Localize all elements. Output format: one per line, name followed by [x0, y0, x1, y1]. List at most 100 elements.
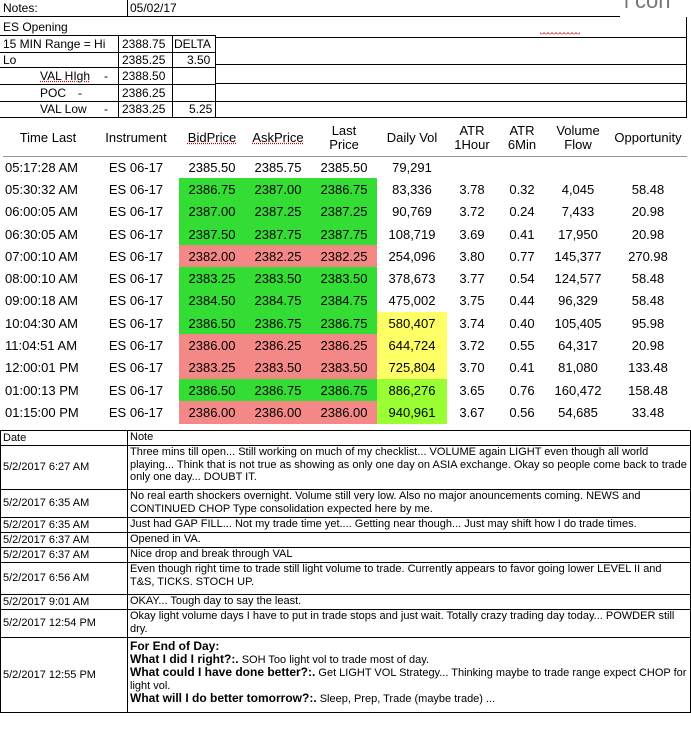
notes-body: Date Note 5/2/2017 6:27 AM Three mins til…: [0, 430, 691, 713]
col-vflow-line2: Flow: [564, 136, 592, 152]
cell-time: 05:17:28 AM: [5, 159, 78, 175]
cell-opportunity: 58.48: [631, 181, 665, 197]
table-row[interactable]: 10:04:30 AM ES 06-17 2386.50 2386.75 2386.75…: [3, 312, 687, 335]
cell-instrument: ES 06-17: [108, 248, 164, 264]
cell-time: 05:30:32 AM: [5, 181, 78, 197]
table-row[interactable]: 05:17:28 AM ES 06-17 2385.50 2385.75 2385.50…: [3, 156, 687, 178]
col-time-last[interactable]: Time Last: [3, 120, 93, 157]
table-row[interactable]: 09:00:18 AM ES 06-17 2384.50 2384.75 2384.75…: [3, 289, 687, 313]
cell-instrument: ES 06-17: [108, 293, 164, 309]
note-entry-row: 5/2/2017 6:37 AM Opened in VA.: [0, 532, 691, 548]
cell-ask-price: 2382.25: [245, 245, 311, 268]
cell-atr-6min: 0.40: [509, 315, 535, 331]
note-text: Even though right time to trade still li…: [127, 562, 691, 595]
review-q3: What will I do better tomorrow?:. Sleep,…: [130, 692, 688, 706]
cell-atr-1hour: 3.65: [459, 382, 485, 398]
cell-daily-vol: 254,096: [388, 248, 436, 264]
cell-volume-flow: 7,433: [561, 204, 595, 220]
cell-time: 01:00:13 PM: [5, 382, 79, 398]
cell-daily-vol: 725,804: [377, 356, 447, 379]
trades-table: Time Last Instrument BidPrice AskPrice L…: [3, 120, 687, 424]
cell-volume-flow: 105,405: [554, 315, 602, 331]
cell-bid-price: 2386.50: [179, 312, 245, 335]
col-instrument[interactable]: Instrument: [93, 120, 179, 157]
es-opening-label: ES Opening: [3, 20, 68, 34]
notes-header-row: Date Note: [0, 430, 691, 446]
note-entry-row: 5/2/2017 6:37 AM Nice drop and break thro…: [0, 547, 691, 563]
col-last-line2: Price: [329, 136, 359, 152]
col-ask-price[interactable]: AskPrice: [245, 120, 311, 157]
note-text: No real earth shockers overnight. Volume…: [127, 489, 691, 518]
col-last-price[interactable]: Last Price: [311, 120, 377, 157]
note-date: 5/2/2017 12:55 PM: [0, 637, 128, 713]
note-text: OKAY... Tough day to say the least.: [127, 594, 691, 610]
cell-daily-vol: 580,407: [377, 312, 447, 335]
table-row[interactable]: 05:30:32 AM ES 06-17 2386.75 2387.00 2386.75…: [3, 178, 687, 201]
cell-atr-1hour: 3.69: [459, 226, 485, 242]
header-date: 05/02/17: [130, 1, 177, 15]
note-text: Okay light volume days I have to put in …: [127, 609, 691, 638]
table-row[interactable]: 11:04:51 AM ES 06-17 2386.00 2386.25 2386.25…: [3, 334, 687, 357]
cell-bid-price: 2386.00: [179, 401, 245, 424]
cell-atr-1hour: [447, 156, 497, 178]
end-of-day-note: For End of Day: What I did I right?:. SOH…: [127, 637, 691, 713]
table-row[interactable]: 08:00:10 AM ES 06-17 2383.25 2383.50 2383.50…: [3, 267, 687, 290]
col-bid-price[interactable]: BidPrice: [179, 120, 245, 157]
cell-daily-vol: 90,769: [392, 204, 432, 220]
cell-bid-price: 2387.00: [179, 200, 245, 223]
note-date: 5/2/2017 6:37 AM: [0, 547, 128, 563]
note-date: 5/2/2017 12:54 PM: [0, 609, 128, 638]
cell-atr-6min: 0.41: [509, 226, 535, 242]
cell-atr-1hour: 3.72: [459, 204, 485, 220]
cell-opportunity: 33.48: [631, 404, 665, 420]
poc-label: POC: [40, 86, 67, 100]
cell-last-price: 2385.50: [320, 159, 368, 175]
col-volume-flow[interactable]: Volume Flow: [547, 120, 609, 157]
table-row[interactable]: 07:00:10 AM ES 06-17 2382.00 2382.25 2382.25…: [3, 245, 687, 268]
cell-daily-vol: 886,276: [377, 378, 447, 402]
notes-note-header: Note: [127, 430, 691, 446]
cell-ask-price: 2386.75: [245, 378, 311, 402]
cell-opportunity: 95.98: [631, 315, 665, 331]
col-atr-6min[interactable]: ATR 6Min: [497, 120, 547, 157]
cell-time: 11:04:51 AM: [5, 338, 78, 354]
cell-atr-6min: 0.56: [509, 404, 535, 420]
cell-ask-price: 2385.75: [254, 159, 302, 175]
note-entry-row: 5/2/2017 6:35 AM Just had GAP FILL... Not…: [0, 517, 691, 533]
cell-ask-price: 2386.00: [245, 401, 311, 424]
col-daily-vol[interactable]: Daily Vol: [377, 120, 447, 157]
cell-bid-price: 2387.50: [179, 222, 245, 246]
cell-time: 09:00:18 AM: [5, 293, 78, 309]
cell-ask-price: 2387.25: [245, 200, 311, 223]
cell-atr-6min: 0.24: [509, 204, 535, 220]
cell-opportunity: 158.48: [628, 382, 668, 398]
cell-bid-price: 2386.50: [179, 378, 245, 402]
cell-time: 08:00:10 AM: [5, 271, 78, 287]
col-opportunity[interactable]: Opportunity: [609, 120, 687, 157]
col-atr6-line2: 6Min: [507, 136, 537, 152]
cell-bid-price: 2386.75: [179, 178, 245, 201]
cell-instrument: ES 06-17: [108, 181, 164, 197]
cell-atr-1hour: 3.74: [459, 315, 485, 331]
cell-opportunity: 133.48: [628, 360, 668, 376]
table-row[interactable]: 01:00:13 PM ES 06-17 2386.50 2386.75 2386.75…: [3, 378, 687, 402]
cell-instrument: ES 06-17: [108, 404, 164, 420]
note-date: 5/2/2017 6:35 AM: [0, 489, 128, 518]
cell-time: 10:04:30 AM: [5, 315, 78, 331]
hi-value: 2388.75: [122, 37, 166, 51]
val-high-dash: -: [104, 69, 108, 83]
cell-instrument: ES 06-17: [108, 338, 164, 354]
cell-last-price: 2386.75: [311, 312, 377, 335]
cell-last-price: 2386.00: [311, 401, 377, 424]
cell-opportunity: 270.98: [628, 248, 668, 264]
review-a1: SOH Too light vol to trade most of day.: [238, 653, 430, 666]
note-date: 5/2/2017 6:37 AM: [0, 532, 128, 548]
table-row[interactable]: 06:00:05 AM ES 06-17 2387.00 2387.25 2387.25…: [3, 200, 687, 223]
cell-atr-6min: 0.44: [509, 293, 535, 309]
table-row[interactable]: 06:30:05 AM ES 06-17 2387.50 2387.75 2387.75…: [3, 222, 687, 246]
cell-atr-1hour: 3.72: [459, 338, 485, 354]
table-row[interactable]: 12:00:01 PM ES 06-17 2383.25 2383.50 2383.50…: [3, 356, 687, 379]
col-atr-1hour[interactable]: ATR 1Hour: [447, 120, 497, 157]
table-row[interactable]: 01:15:00 PM ES 06-17 2386.00 2386.00 2386.00…: [3, 401, 687, 424]
cell-atr-1hour: 3.78: [459, 181, 485, 197]
